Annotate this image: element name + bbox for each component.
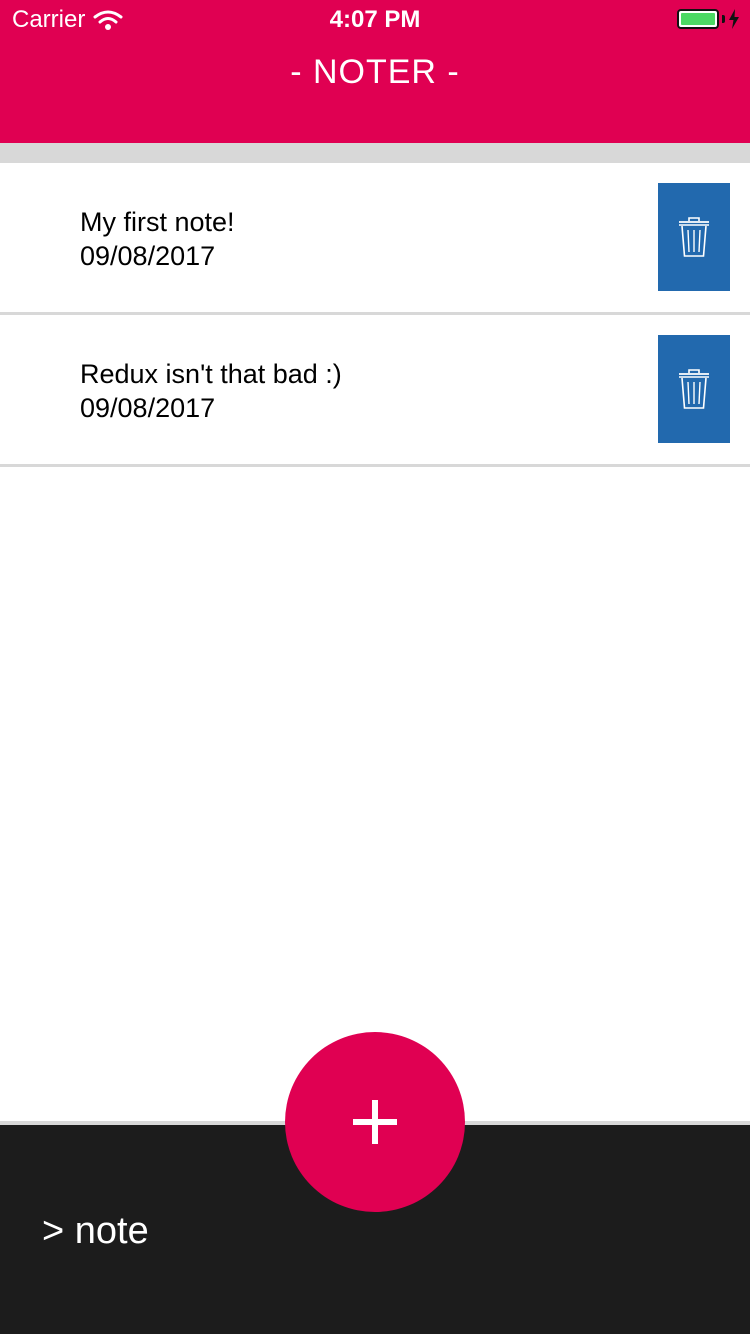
trash-icon [679, 217, 709, 257]
note-item[interactable]: Redux isn't that bad :) 09/08/2017 [0, 315, 750, 467]
plus-icon [353, 1100, 397, 1144]
note-content: Redux isn't that bad :) 09/08/2017 [80, 357, 342, 425]
battery-indicator [677, 9, 740, 29]
add-note-button[interactable] [285, 1032, 465, 1212]
note-item[interactable]: My first note! 09/08/2017 [0, 163, 750, 315]
header-divider [0, 143, 750, 163]
note-date: 09/08/2017 [80, 393, 216, 423]
battery-tip [722, 15, 725, 23]
battery-level [681, 13, 715, 25]
note-input[interactable]: > note [42, 1209, 149, 1253]
note-title: My first note! [80, 207, 235, 237]
note-date: 09/08/2017 [80, 241, 216, 271]
status-time: 4:07 PM [329, 6, 421, 33]
note-content: My first note! 09/08/2017 [80, 205, 235, 273]
notes-list: My first note! 09/08/2017 Redux isn't th… [0, 163, 750, 467]
bolt-icon [729, 9, 739, 29]
note-title: Redux isn't that bad :) [80, 359, 342, 389]
status-bar: Carrier 4:07 PM [0, 0, 750, 40]
delete-note-button[interactable] [658, 335, 730, 443]
trash-icon [679, 369, 709, 409]
delete-note-button[interactable] [658, 183, 730, 291]
app-header: Carrier 4:07 PM - NOTER - [0, 0, 750, 143]
page-title: - NOTER - [290, 53, 460, 91]
battery-icon [677, 9, 719, 29]
